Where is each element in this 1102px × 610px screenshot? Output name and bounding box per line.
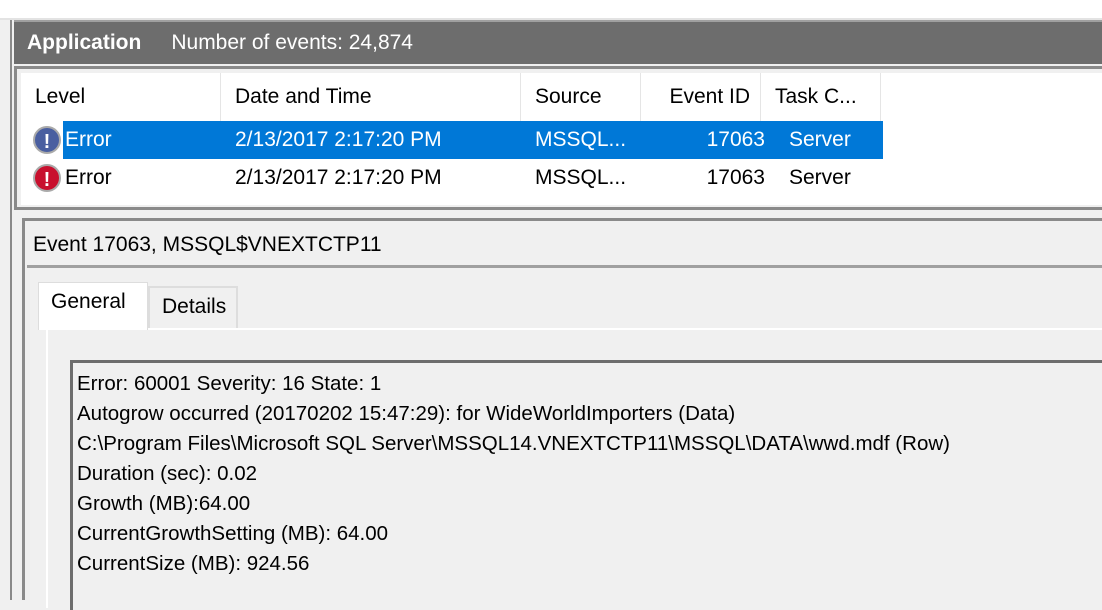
column-headers: Level Date and Time Source Event ID Task… — [21, 73, 1102, 121]
error-icon: ! — [33, 126, 61, 154]
general-tab-panel: Error: 60001 Severity: 16 State: 1 Autog… — [46, 328, 1102, 610]
log-name: Application — [27, 31, 142, 54]
event-level: Error — [65, 166, 112, 189]
log-header: Application Number of events: 24,874 — [14, 20, 1102, 64]
message-line: Duration (sec): 0.02 — [77, 462, 258, 485]
tab-details[interactable]: Details — [148, 286, 238, 328]
event-list: Level Date and Time Source Event ID Task… — [21, 73, 1102, 205]
divider — [27, 265, 1102, 268]
tab-general[interactable]: General — [38, 282, 148, 330]
event-task: Server — [789, 128, 851, 151]
column-level[interactable]: Level — [21, 73, 221, 121]
event-detail-pane: Event 17063, MSSQL$VNEXTCTP11 Error: 600… — [22, 218, 1102, 610]
event-id: 17063 — [706, 128, 765, 151]
error-icon: ! — [33, 164, 61, 192]
event-task: Server — [789, 166, 851, 189]
event-row[interactable]: ! Error 2/13/2017 2:17:20 PM MSSQL... 17… — [21, 121, 1102, 159]
event-datetime: 2/13/2017 2:17:20 PM — [235, 166, 442, 189]
message-line: CurrentGrowthSetting (MB): 64.00 — [77, 522, 389, 545]
message-line: Growth (MB):64.00 — [77, 492, 251, 515]
event-count: Number of events: 24,874 — [171, 31, 413, 54]
message-line: C:\Program Files\Microsoft SQL Server\MS… — [77, 432, 950, 455]
event-detail-title: Event 17063, MSSQL$VNEXTCTP11 — [33, 233, 382, 256]
event-source: MSSQL... — [535, 166, 627, 189]
event-source: MSSQL... — [535, 128, 627, 151]
event-id: 17063 — [706, 166, 765, 189]
message-line: Error: 60001 Severity: 16 State: 1 — [77, 372, 382, 395]
event-row[interactable]: ! Error 2/13/2017 2:17:20 PM MSSQL... 17… — [21, 159, 1102, 197]
column-source[interactable]: Source — [521, 73, 641, 121]
event-datetime: 2/13/2017 2:17:20 PM — [235, 128, 442, 151]
column-date-time[interactable]: Date and Time — [221, 73, 521, 121]
column-task-category[interactable]: Task C... — [761, 73, 881, 121]
top-bar — [0, 0, 1102, 20]
event-message[interactable]: Error: 60001 Severity: 16 State: 1 Autog… — [70, 360, 1102, 610]
event-level: Error — [65, 128, 112, 151]
message-line: Autogrow occurred (20170202 15:47:29): f… — [77, 402, 736, 425]
column-event-id[interactable]: Event ID — [641, 73, 761, 121]
left-pane — [0, 20, 12, 600]
message-line: CurrentSize (MB): 924.56 — [77, 552, 310, 575]
event-list-panel: Level Date and Time Source Event ID Task… — [14, 66, 1102, 210]
